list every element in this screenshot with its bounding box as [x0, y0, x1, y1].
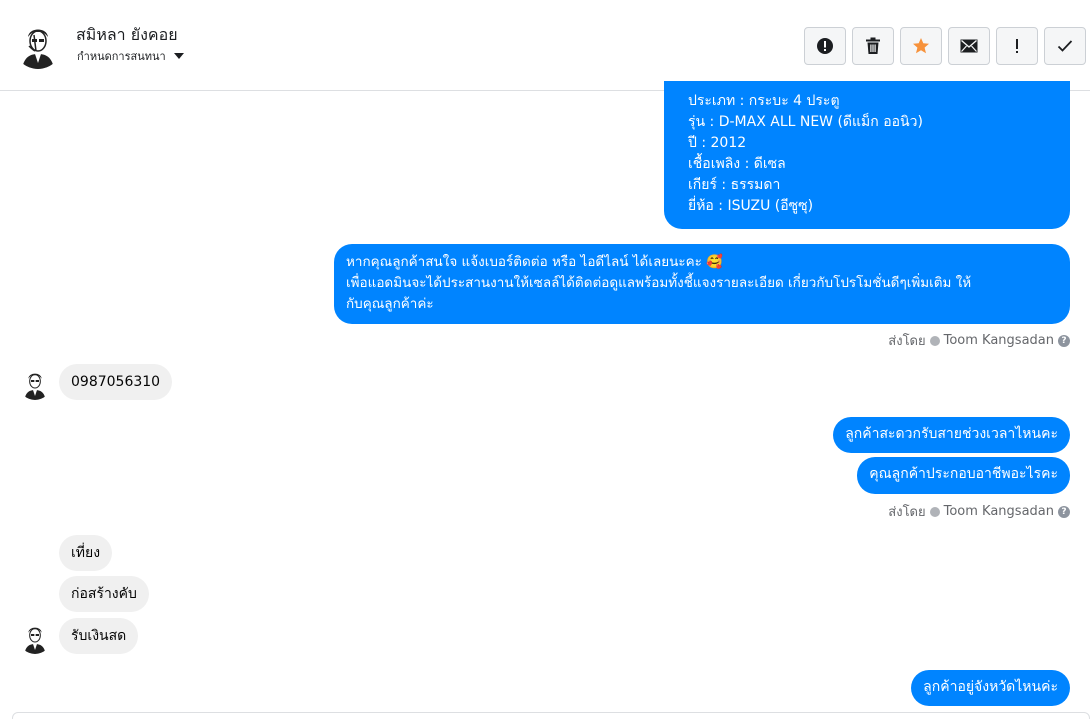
car-model-line: รุ่น : D-MAX ALL NEW (ดีแม็ก ออนิว) [688, 114, 923, 130]
sent-by-name[interactable]: Toom Kangsadan [944, 333, 1054, 348]
sent-by-name[interactable]: Toom Kangsadan [944, 504, 1054, 519]
sent-by-label: ส่งโดย Toom Kangsadan ? [888, 501, 1070, 522]
message-reply-salary: รับเงินสด [59, 618, 139, 654]
car-fuel-line: เชื้อเพลิง : ดีเซล [688, 156, 786, 172]
message-ask-province: ลูกค้าอยู่จังหวัดไหนค่ะ [911, 670, 1070, 706]
exclamation-circle-icon [817, 38, 833, 54]
conversation-header: สมิหลา ยังคอย กำหนดการสนทนา [0, 0, 1090, 91]
contact-request-line-2: เพื่อแอดมินจะได้ประสานงานให้เซลล์ได้ติดต… [346, 275, 972, 291]
contact-avatar[interactable] [14, 21, 62, 69]
message-customer-phone: 0987056310 [59, 364, 173, 400]
done-button[interactable] [1044, 27, 1086, 65]
contact-name[interactable]: สมิหลา ยังคอย [76, 23, 178, 48]
flag-button[interactable] [996, 27, 1038, 65]
conversation-actions [804, 27, 1086, 65]
car-type-line: ประเภท : กระบะ 4 ประตู [688, 93, 840, 109]
message-car-details: ประเภท : กระบะ 4 ประตู รุ่น : D-MAX ALL … [664, 81, 1070, 229]
star-icon [913, 38, 929, 54]
help-icon[interactable]: ? [1058, 505, 1070, 518]
car-gear-line: เกียร์ : ธรรมดา [688, 177, 781, 193]
car-brand-line: ยี่ห้อ : ISUZU (อีซูซุ) [688, 198, 814, 214]
mark-unread-button[interactable] [948, 27, 990, 65]
sent-by-prefix: ส่งโดย [888, 334, 926, 349]
trash-icon [866, 37, 880, 54]
message-thread[interactable]: ประเภท : กระบะ 4 ประตู รุ่น : D-MAX ALL … [0, 81, 1090, 719]
help-icon[interactable]: ? [1058, 334, 1070, 347]
verified-check-icon [929, 506, 940, 517]
customer-avatar[interactable] [19, 622, 51, 654]
sent-by-prefix: ส่งโดย [888, 505, 926, 520]
portrait-avatar-icon [19, 622, 51, 654]
portrait-avatar-icon [19, 368, 51, 400]
customer-avatar[interactable] [19, 368, 51, 400]
portrait-avatar-icon [14, 21, 62, 69]
delete-button[interactable] [852, 27, 894, 65]
sent-by-label: ส่งโดย Toom Kangsadan ? [888, 330, 1070, 351]
envelope-icon [960, 39, 978, 53]
verified-check-icon [929, 335, 940, 346]
message-ask-time: ลูกค้าสะดวกรับสายช่วงเวลาไหนคะ [833, 417, 1070, 453]
message-reply-job: ก่อสร้างคับ [59, 576, 149, 612]
message-reply-time: เที่ยง [59, 535, 113, 571]
message-contact-request: หากคุณลูกค้าสนใจ แจ้งเบอร์ติดต่อ หรือ ไอ… [334, 244, 1070, 324]
car-year-line: ปี : 2012 [688, 135, 747, 151]
contact-request-line-1: หากคุณลูกค้าสนใจ แจ้งเบอร์ติดต่อ หรือ ไอ… [346, 254, 723, 270]
check-icon [1057, 40, 1073, 52]
contact-request-line-3: กับคุณลูกค้าค่ะ [346, 296, 434, 312]
message-composer[interactable] [12, 712, 1090, 719]
inbox-conversation: สมิหลา ยังคอย กำหนดการสนทนา ประเภท: กระ… [0, 0, 1090, 719]
spam-button[interactable] [804, 27, 846, 65]
message-ask-job: คุณลูกค้าประกอบอาชีพอะไรคะ [857, 457, 1070, 494]
caret-down-icon [173, 53, 184, 59]
assign-label: กำหนดการสนทนา [77, 50, 166, 63]
assign-conversation-dropdown[interactable]: กำหนดการสนทนา [77, 47, 184, 65]
star-button[interactable] [900, 27, 942, 65]
exclamation-icon [1016, 39, 1018, 53]
